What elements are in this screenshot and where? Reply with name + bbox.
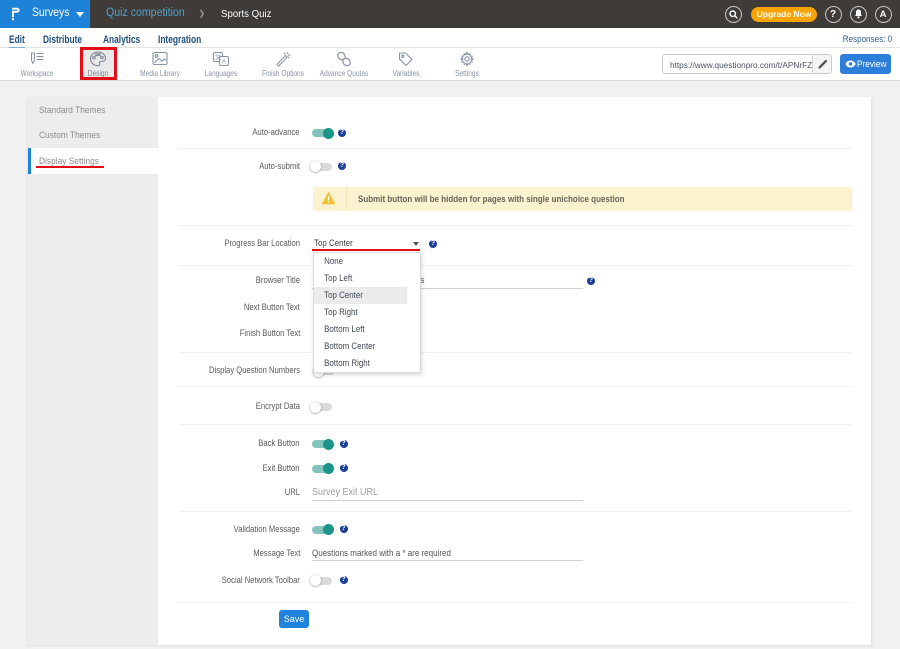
svg-text:文: 文 [215,53,221,61]
svg-text:A: A [222,60,226,66]
